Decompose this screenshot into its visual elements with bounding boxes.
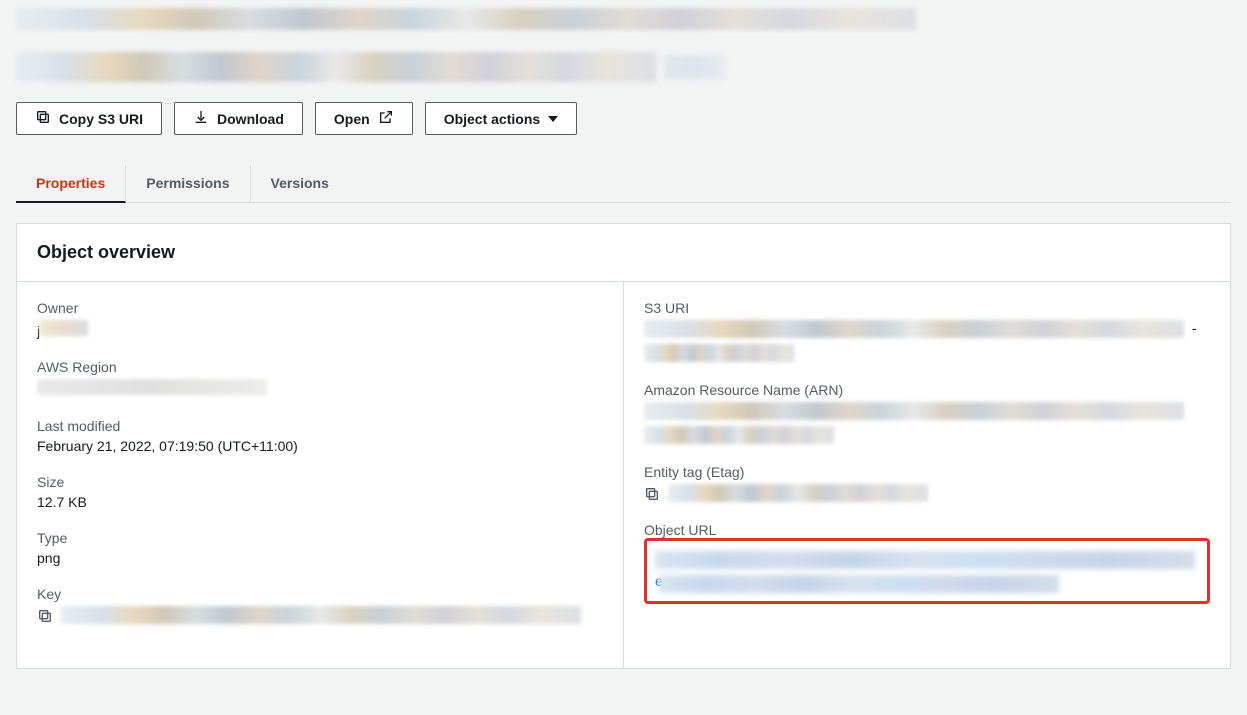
field-key: Key: [37, 586, 603, 624]
label-type: Type: [37, 530, 603, 546]
copy-icon: [35, 109, 51, 128]
overview-left-column: Owner j AWS Region Last modified Februar…: [17, 282, 624, 668]
value-aws-region-redacted: [37, 379, 267, 395]
chevron-down-icon: [548, 116, 558, 122]
value-type: png: [37, 550, 603, 566]
download-icon: [193, 109, 209, 128]
value-etag-redacted: [668, 484, 928, 502]
object-url-highlight-box: e: [644, 538, 1210, 604]
value-s3-uri-redacted-2: [644, 344, 794, 362]
tab-properties-label: Properties: [36, 175, 105, 191]
value-size: 12.7 KB: [37, 494, 603, 510]
object-actions-button[interactable]: Object actions: [425, 102, 577, 135]
field-object-url: Object URL e: [644, 522, 1210, 604]
overview-right-column: S3 URI - Amazon Resource Name (ARN): [624, 282, 1230, 668]
copy-icon[interactable]: [37, 608, 53, 624]
value-arn-redacted: [644, 402, 1184, 420]
action-toolbar: Copy S3 URI Download Open Object actions: [16, 102, 1231, 135]
download-button[interactable]: Download: [174, 102, 303, 135]
tabs: Properties Permissions Versions: [16, 165, 1231, 203]
copy-icon[interactable]: [644, 486, 660, 502]
tab-properties[interactable]: Properties: [16, 165, 126, 203]
label-object-url: Object URL: [644, 522, 1210, 538]
value-object-url-redacted[interactable]: [655, 551, 1195, 569]
label-size: Size: [37, 474, 603, 490]
field-owner: Owner j: [37, 300, 603, 339]
value-arn-redacted-2: [644, 426, 834, 444]
tab-versions[interactable]: Versions: [251, 165, 349, 202]
field-last-modified: Last modified February 21, 2022, 07:19:5…: [37, 418, 603, 454]
value-last-modified: February 21, 2022, 07:19:50 (UTC+11:00): [37, 438, 603, 454]
tab-versions-label: Versions: [271, 175, 329, 191]
value-object-url-redacted-2[interactable]: [659, 575, 1059, 593]
field-type: Type png: [37, 530, 603, 566]
object-info-redacted: [664, 55, 724, 79]
value-s3-uri-redacted: [644, 320, 1184, 338]
field-size: Size 12.7 KB: [37, 474, 603, 510]
object-overview-panel: Object overview Owner j AWS Region Last …: [16, 223, 1231, 669]
field-arn: Amazon Resource Name (ARN): [644, 382, 1210, 444]
copy-s3-uri-label: Copy S3 URI: [59, 111, 143, 127]
open-label: Open: [334, 111, 370, 127]
external-link-icon: [378, 109, 394, 128]
value-key-redacted: [61, 606, 581, 624]
panel-body: Owner j AWS Region Last modified Februar…: [17, 282, 1230, 668]
label-s3-uri: S3 URI: [644, 300, 1210, 316]
field-s3-uri: S3 URI -: [644, 300, 1210, 362]
value-s3-uri-trail: -: [1192, 320, 1197, 336]
field-etag: Entity tag (Etag): [644, 464, 1210, 502]
breadcrumb: [16, 0, 1231, 30]
tab-permissions[interactable]: Permissions: [126, 165, 250, 202]
object-actions-label: Object actions: [444, 111, 540, 127]
label-last-modified: Last modified: [37, 418, 603, 434]
label-arn: Amazon Resource Name (ARN): [644, 382, 1210, 398]
label-owner: Owner: [37, 300, 603, 316]
page-title-row: [16, 52, 1231, 82]
field-aws-region: AWS Region: [37, 359, 603, 398]
download-label: Download: [217, 111, 284, 127]
tab-permissions-label: Permissions: [146, 175, 229, 191]
breadcrumb-redacted: [16, 8, 916, 30]
label-etag: Entity tag (Etag): [644, 464, 1210, 480]
copy-s3-uri-button[interactable]: Copy S3 URI: [16, 102, 162, 135]
panel-title: Object overview: [37, 242, 1210, 263]
label-key: Key: [37, 586, 603, 602]
open-button[interactable]: Open: [315, 102, 413, 135]
object-name-redacted: [16, 52, 656, 82]
label-aws-region: AWS Region: [37, 359, 603, 375]
value-owner-redacted-blur: [40, 320, 88, 336]
panel-header: Object overview: [17, 224, 1230, 282]
